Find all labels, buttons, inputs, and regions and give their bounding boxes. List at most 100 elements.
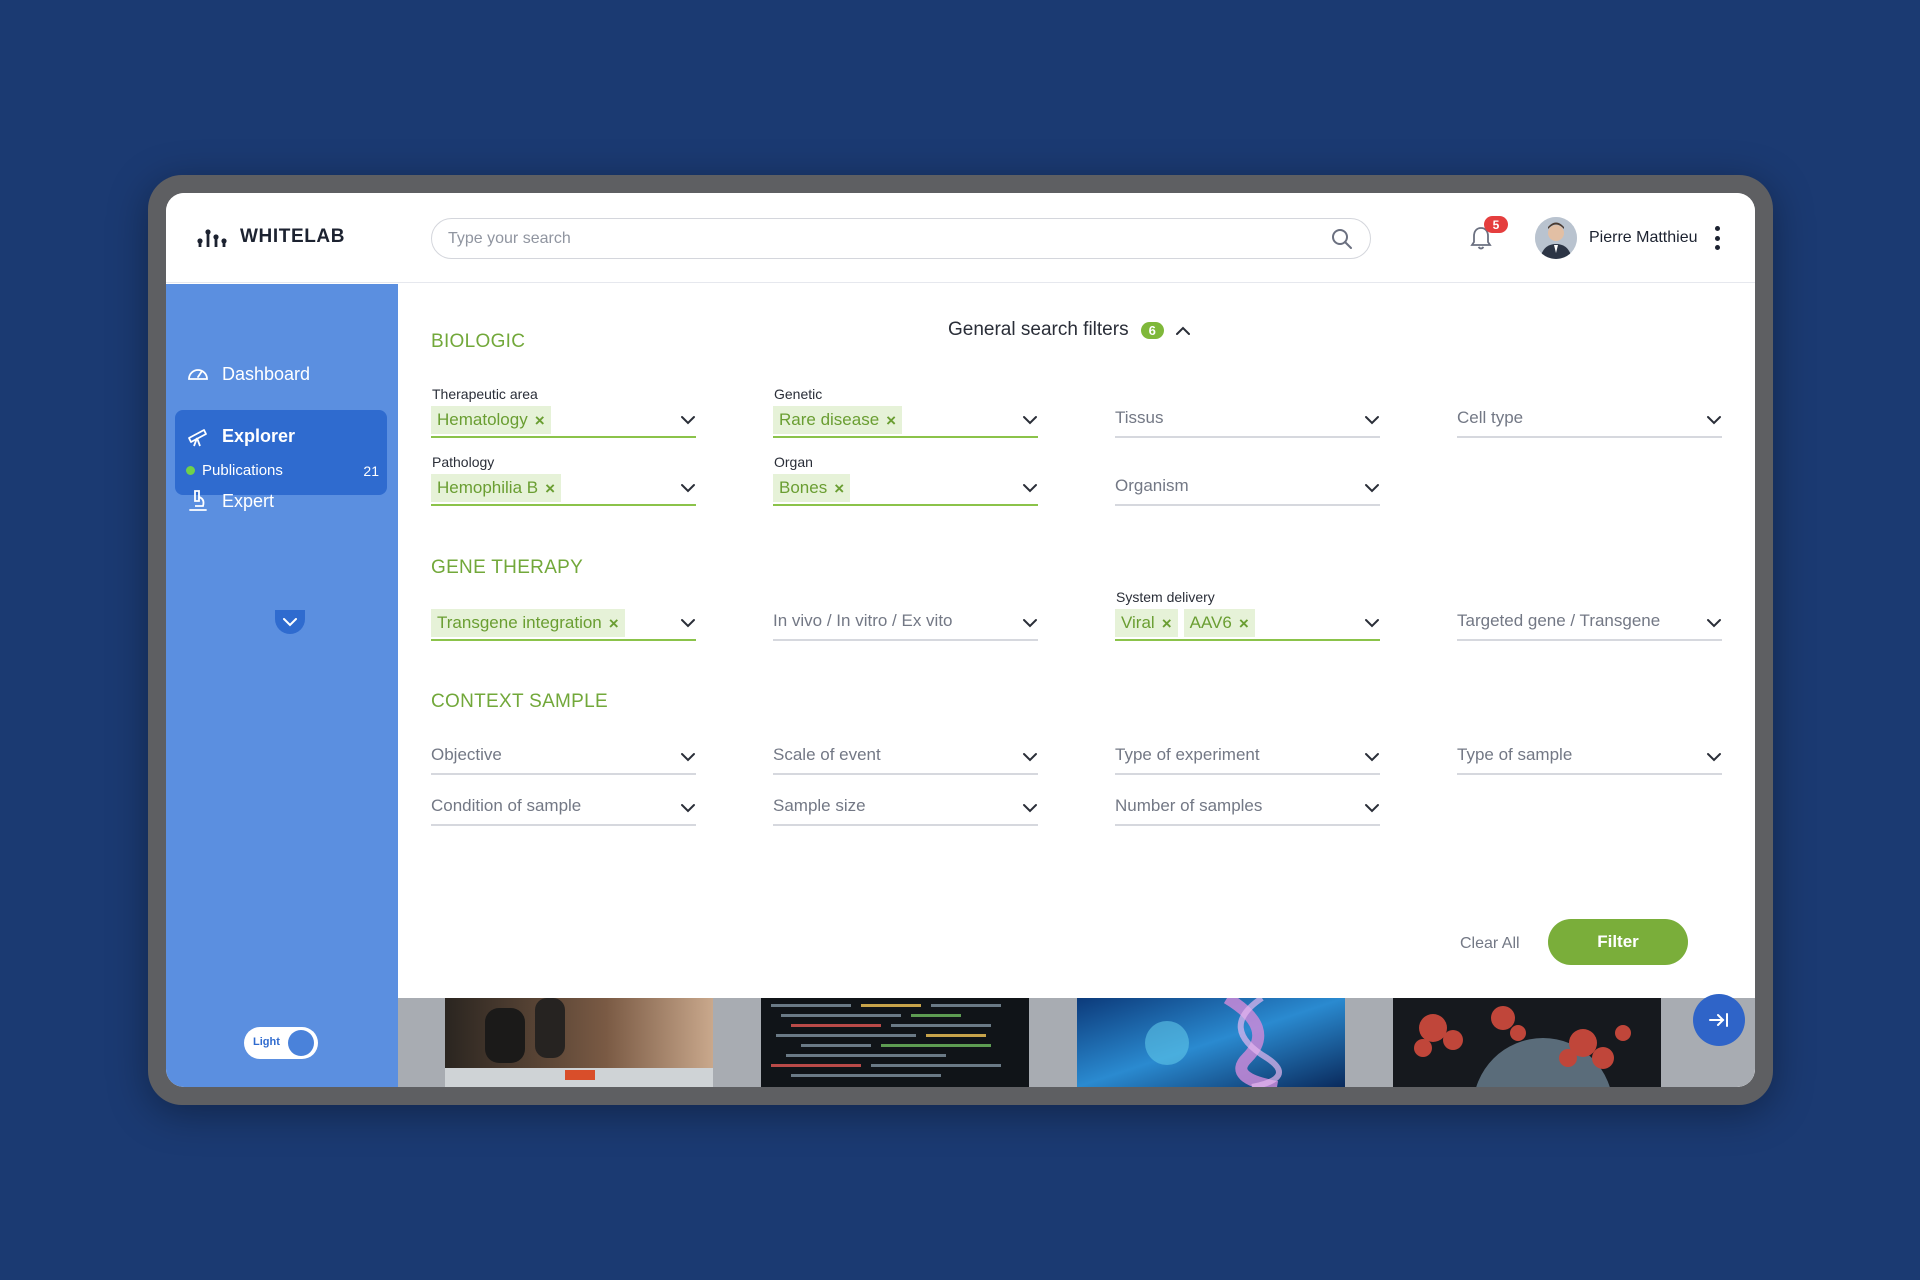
field-underline	[1115, 436, 1380, 438]
sidebar-item-dashboard[interactable]: Dashboard	[186, 362, 310, 386]
app-window: WHITELAB 5 Pierre Matthieu	[166, 193, 1755, 1087]
organ-select[interactable]: Organ Bones ×	[773, 454, 1038, 506]
field-underline	[1457, 639, 1722, 641]
chevron-down-icon	[681, 416, 695, 425]
number-of-samples-select[interactable]: Number of samples	[1115, 774, 1380, 826]
field-underline	[431, 504, 696, 506]
remove-tag-icon[interactable]: ×	[1162, 615, 1172, 632]
tag-label: AAV6	[1189, 613, 1232, 632]
brand-name: WHITELAB	[240, 226, 346, 247]
sidebar: Dashboard Explorer Publications 21 Exper…	[166, 284, 398, 1087]
tag-label: Hemophilia B	[437, 478, 539, 497]
remove-tag-icon[interactable]: ×	[886, 412, 896, 429]
collapse-panel-button[interactable]	[1693, 994, 1745, 1046]
filter-button[interactable]: Filter	[1548, 919, 1688, 965]
in-vivo-select[interactable]: In vivo / In vitro / Ex vito	[773, 589, 1038, 641]
system-delivery-select[interactable]: System delivery Viral × AAV6 ×	[1115, 589, 1380, 641]
type-of-experiment-select[interactable]: Type of experiment	[1115, 723, 1380, 775]
chevron-down-icon	[681, 804, 695, 813]
filter-tag: Bones ×	[773, 474, 851, 502]
organism-select[interactable]: Organism	[1115, 454, 1380, 506]
pathology-select[interactable]: Pathology Hemophilia B ×	[431, 454, 696, 506]
selected-tags: Hematology ×	[431, 406, 551, 434]
field-placeholder: Type of experiment	[1115, 745, 1260, 764]
search-bar	[431, 218, 1371, 259]
remove-tag-icon[interactable]: ×	[535, 412, 545, 429]
chevron-down-icon	[1707, 753, 1721, 762]
sample-size-select[interactable]: Sample size	[773, 774, 1038, 826]
chevron-up-icon	[1175, 326, 1190, 335]
field-underline	[431, 639, 696, 641]
filters-panel: General search filters 6 BIOLOGIC Therap…	[398, 284, 1755, 1087]
image-carousel	[398, 998, 1755, 1087]
clear-all-button[interactable]: Clear All	[1460, 935, 1520, 953]
sidebar-item-explorer[interactable]: Explorer Publications 21	[175, 410, 387, 634]
filter-tag: Transgene integration ×	[431, 609, 625, 637]
selected-tags: Hemophilia B ×	[431, 474, 562, 502]
chevron-down-icon	[1707, 619, 1721, 628]
chevron-down-icon	[681, 619, 695, 628]
remove-tag-icon[interactable]: ×	[834, 480, 844, 497]
scale-of-event-select[interactable]: Scale of event	[773, 723, 1038, 775]
field-placeholder: Sample size	[773, 796, 866, 815]
remove-tag-icon[interactable]: ×	[545, 480, 555, 497]
chevron-down-icon	[1365, 619, 1379, 628]
field-underline	[431, 436, 696, 438]
avatar[interactable]	[1535, 217, 1577, 259]
code-screen-image[interactable]	[761, 998, 1029, 1087]
filters-header[interactable]: General search filters 6	[948, 319, 1190, 341]
status-dot	[186, 466, 195, 475]
chevron-down-icon	[1365, 416, 1379, 425]
filter-tag: AAV6 ×	[1183, 609, 1255, 637]
brand-logo[interactable]: WHITELAB	[196, 226, 345, 248]
genetic-select[interactable]: Genetic Rare disease ×	[773, 386, 1038, 438]
sidebar-item-label: Dashboard	[222, 363, 311, 384]
filters-title: General search filters	[948, 319, 1129, 340]
sidebar-item-expert[interactable]: Expert	[186, 489, 274, 513]
remove-tag-icon[interactable]: ×	[1239, 615, 1249, 632]
transgene-integration-select[interactable]: Transgene integration ×	[431, 589, 696, 641]
chevron-down-icon	[1023, 416, 1037, 425]
filter-tag: Viral ×	[1115, 609, 1178, 637]
chevron-down-icon	[681, 484, 695, 493]
search-icon[interactable]	[1330, 227, 1354, 251]
theme-toggle[interactable]: Light	[244, 1027, 318, 1059]
objective-select[interactable]: Objective	[431, 723, 696, 775]
chevron-down-icon[interactable]	[275, 610, 305, 634]
tag-label: Viral	[1121, 613, 1155, 632]
search-input[interactable]	[448, 229, 1330, 248]
field-underline	[1115, 824, 1380, 826]
chevron-down-icon	[1365, 804, 1379, 813]
chevron-down-icon	[681, 753, 695, 762]
condition-of-sample-select[interactable]: Condition of sample	[431, 774, 696, 826]
field-placeholder: Number of samples	[1115, 796, 1263, 815]
field-label: Therapeutic area	[432, 386, 538, 402]
type-of-sample-select[interactable]: Type of sample	[1457, 723, 1722, 775]
targeted-gene-select[interactable]: Targeted gene / Transgene	[1457, 589, 1722, 641]
theme-toggle-label: Light	[253, 1036, 280, 1048]
field-label: Genetic	[774, 386, 823, 402]
chevron-down-icon	[1023, 753, 1037, 762]
sidebar-subitem-publications[interactable]: Publications 21	[186, 462, 379, 479]
more-options-icon[interactable]	[1712, 226, 1722, 250]
microscope-icon	[189, 490, 207, 511]
sidebar-item-label: Explorer	[222, 425, 296, 446]
microscope-image[interactable]	[445, 998, 713, 1087]
field-placeholder: Type of sample	[1457, 745, 1573, 764]
tag-label: Bones	[779, 478, 828, 497]
field-placeholder: Organism	[1115, 476, 1189, 495]
field-underline	[773, 639, 1038, 641]
remove-tag-icon[interactable]: ×	[609, 615, 619, 632]
chevron-down-icon	[1023, 484, 1037, 493]
therapeutic-area-select[interactable]: Therapeutic area Hematology ×	[431, 386, 696, 438]
tag-label: Transgene integration	[437, 613, 602, 632]
dna-helix-image[interactable]	[1077, 998, 1345, 1087]
user-name[interactable]: Pierre Matthieu	[1589, 229, 1698, 247]
field-placeholder: Cell type	[1457, 408, 1524, 427]
tissus-select[interactable]: Tissus	[1115, 386, 1380, 438]
whitelab-logo-icon	[197, 229, 227, 247]
virus-particle-image[interactable]	[1393, 998, 1661, 1087]
field-placeholder: Objective	[431, 745, 502, 764]
active-filters-count: 6	[1140, 321, 1164, 339]
cell-type-select[interactable]: Cell type	[1457, 386, 1722, 438]
